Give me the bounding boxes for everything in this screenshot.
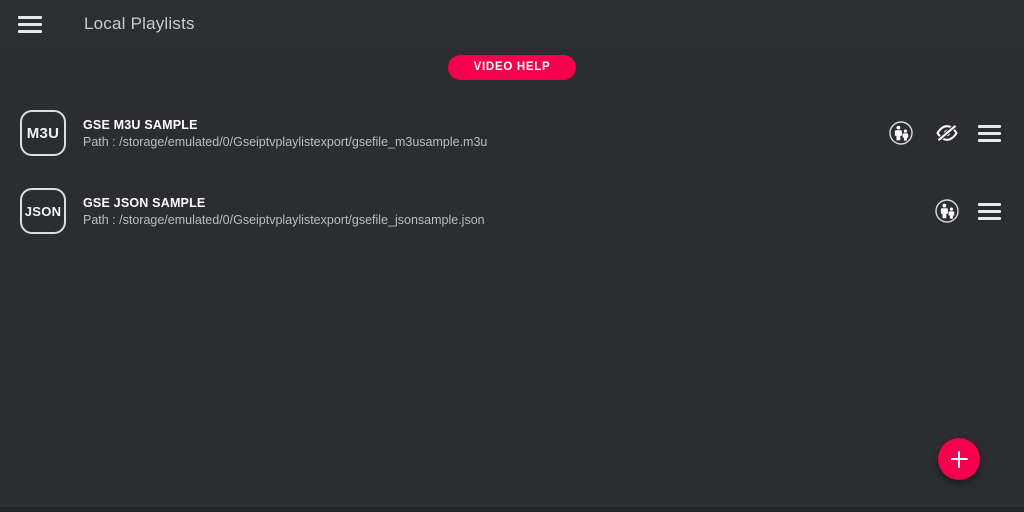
content-area: VIDEO HELP M3U GSE M3U SAMPLE Path : /st… (0, 48, 1024, 512)
playlist-title: GSE JSON SAMPLE (83, 195, 206, 210)
eye-off-icon[interactable] (932, 118, 962, 148)
hamburger-bar (18, 29, 42, 33)
row-menu-icon[interactable] (978, 123, 1002, 143)
video-help-button[interactable]: VIDEO HELP (447, 55, 577, 80)
row-menu-bar (978, 216, 1001, 220)
list-item[interactable]: JSON GSE JSON SAMPLE Path : /storage/emu… (0, 172, 1024, 250)
row-menu-bar (978, 209, 1001, 213)
add-playlist-button[interactable] (938, 438, 980, 480)
hamburger-menu-icon[interactable] (18, 13, 44, 35)
row-menu-bar (978, 131, 1001, 135)
row-actions (886, 118, 1002, 148)
row-menu-bar (978, 202, 1001, 206)
plus-icon (957, 450, 961, 468)
parental-control-icon[interactable] (886, 118, 916, 148)
app-bar: Local Playlists (0, 0, 1024, 48)
page-title: Local Playlists (84, 14, 195, 33)
playlist-info: GSE JSON SAMPLE Path : /storage/emulated… (83, 196, 932, 227)
playlist-type-badge: JSON (20, 188, 66, 234)
list-item[interactable]: M3U GSE M3U SAMPLE Path : /storage/emula… (0, 94, 1024, 172)
row-menu-bar (978, 138, 1001, 142)
row-menu-icon[interactable] (978, 201, 1002, 221)
parental-control-icon[interactable] (932, 196, 962, 226)
row-menu-bar (978, 124, 1001, 128)
playlist-info: GSE M3U SAMPLE Path : /storage/emulated/… (83, 118, 886, 149)
bottom-strip (0, 507, 1024, 512)
row-actions (932, 196, 1002, 226)
playlist-path: Path : /storage/emulated/0/Gseiptvplayli… (83, 134, 488, 149)
playlist-path: Path : /storage/emulated/0/Gseiptvplayli… (83, 212, 485, 227)
hamburger-bar (18, 15, 42, 19)
hamburger-bar (18, 22, 42, 26)
playlist-type-badge: M3U (20, 110, 66, 156)
video-help-row: VIDEO HELP (0, 48, 1024, 80)
playlist-title: GSE M3U SAMPLE (83, 117, 198, 132)
playlist-list: M3U GSE M3U SAMPLE Path : /storage/emula… (0, 94, 1024, 250)
